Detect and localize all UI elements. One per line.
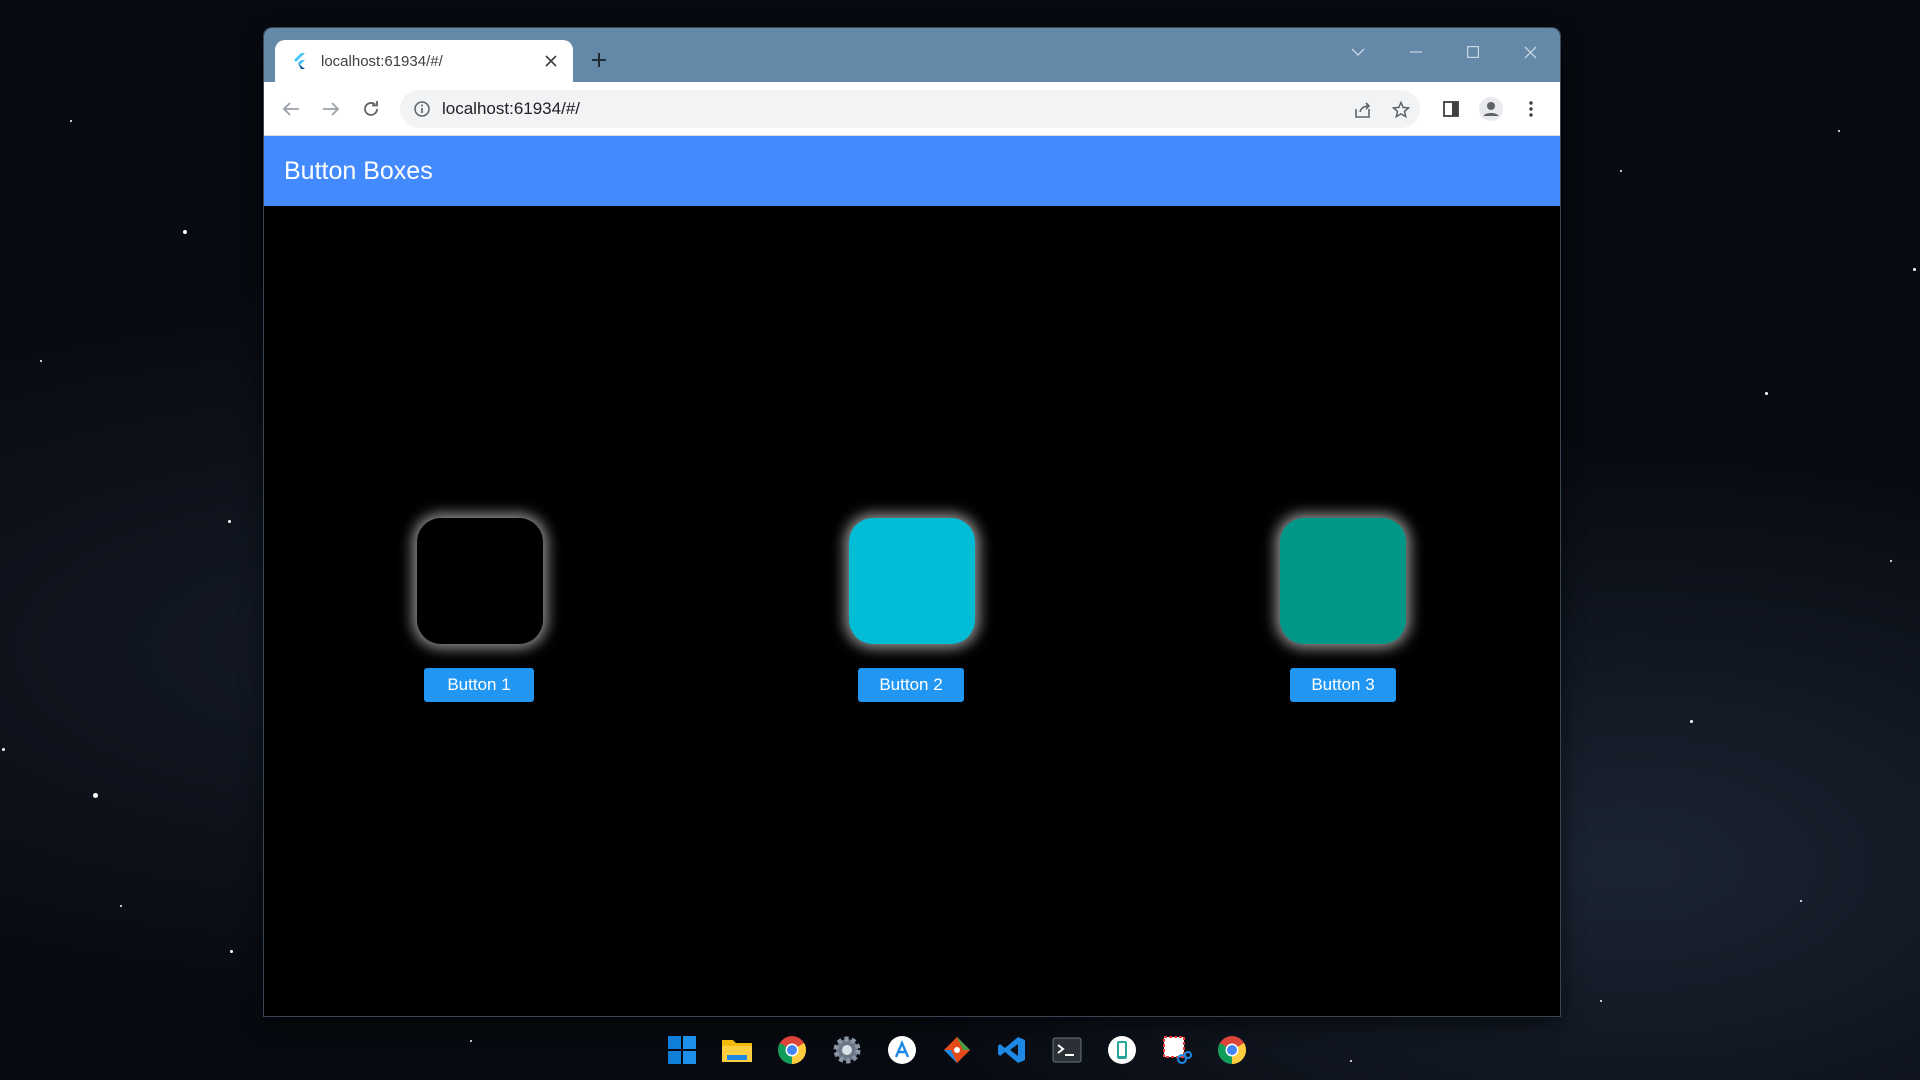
maximize-button[interactable] bbox=[1453, 38, 1493, 66]
minimize-button[interactable] bbox=[1396, 38, 1436, 66]
phone-link-icon[interactable] bbox=[1104, 1032, 1140, 1068]
color-box-1 bbox=[417, 518, 543, 644]
back-icon[interactable] bbox=[277, 95, 305, 123]
chrome-icon-2[interactable] bbox=[1214, 1032, 1250, 1068]
url-text: localhost:61934/#/ bbox=[442, 99, 580, 118]
button-2[interactable]: Button 2 bbox=[858, 668, 964, 702]
flutter-app: Button Boxes Button 1 Button 2 Button 3 bbox=[264, 136, 1560, 1016]
bookmark-star-icon[interactable] bbox=[1390, 99, 1412, 121]
address-bar[interactable]: localhost:61934/#/ bbox=[400, 90, 1420, 128]
button-3[interactable]: Button 3 bbox=[1290, 668, 1396, 702]
vscode-icon[interactable] bbox=[994, 1032, 1030, 1068]
app-bar: Button Boxes bbox=[264, 136, 1560, 206]
app-title: Button Boxes bbox=[284, 156, 433, 185]
profile-avatar-icon[interactable] bbox=[1477, 95, 1505, 123]
git-icon[interactable] bbox=[939, 1032, 975, 1068]
tab-search-icon[interactable] bbox=[1338, 38, 1378, 66]
flutter-icon bbox=[289, 51, 309, 71]
chrome-icon[interactable] bbox=[774, 1032, 810, 1068]
forward-icon[interactable] bbox=[317, 95, 345, 123]
side-panel-icon[interactable] bbox=[1437, 95, 1465, 123]
browser-window: localhost:61934/#/ localhost:61934/#/ Bu… bbox=[264, 28, 1560, 1016]
tab-title: localhost:61934/#/ bbox=[321, 52, 443, 70]
app-store-icon[interactable] bbox=[884, 1032, 920, 1068]
button-1[interactable]: Button 1 bbox=[424, 668, 534, 702]
close-icon[interactable] bbox=[541, 51, 561, 71]
share-icon[interactable] bbox=[1352, 99, 1374, 121]
color-box-3 bbox=[1280, 518, 1406, 644]
reload-icon[interactable] bbox=[357, 95, 385, 123]
snipping-tool-icon[interactable] bbox=[1159, 1032, 1195, 1068]
settings-icon[interactable] bbox=[829, 1032, 865, 1068]
file-explorer-icon[interactable] bbox=[719, 1032, 755, 1068]
browser-tab[interactable]: localhost:61934/#/ bbox=[275, 40, 573, 82]
color-box-2 bbox=[849, 518, 975, 644]
windows-start-icon[interactable] bbox=[664, 1032, 700, 1068]
info-icon[interactable] bbox=[414, 101, 430, 117]
menu-kebab-icon[interactable] bbox=[1517, 95, 1545, 123]
close-window-button[interactable] bbox=[1510, 38, 1550, 66]
new-tab-button[interactable] bbox=[584, 45, 614, 75]
terminal-icon[interactable] bbox=[1049, 1032, 1085, 1068]
browser-toolbar: localhost:61934/#/ bbox=[264, 82, 1560, 136]
taskbar bbox=[660, 1030, 1260, 1070]
tab-strip: localhost:61934/#/ bbox=[264, 28, 1560, 82]
